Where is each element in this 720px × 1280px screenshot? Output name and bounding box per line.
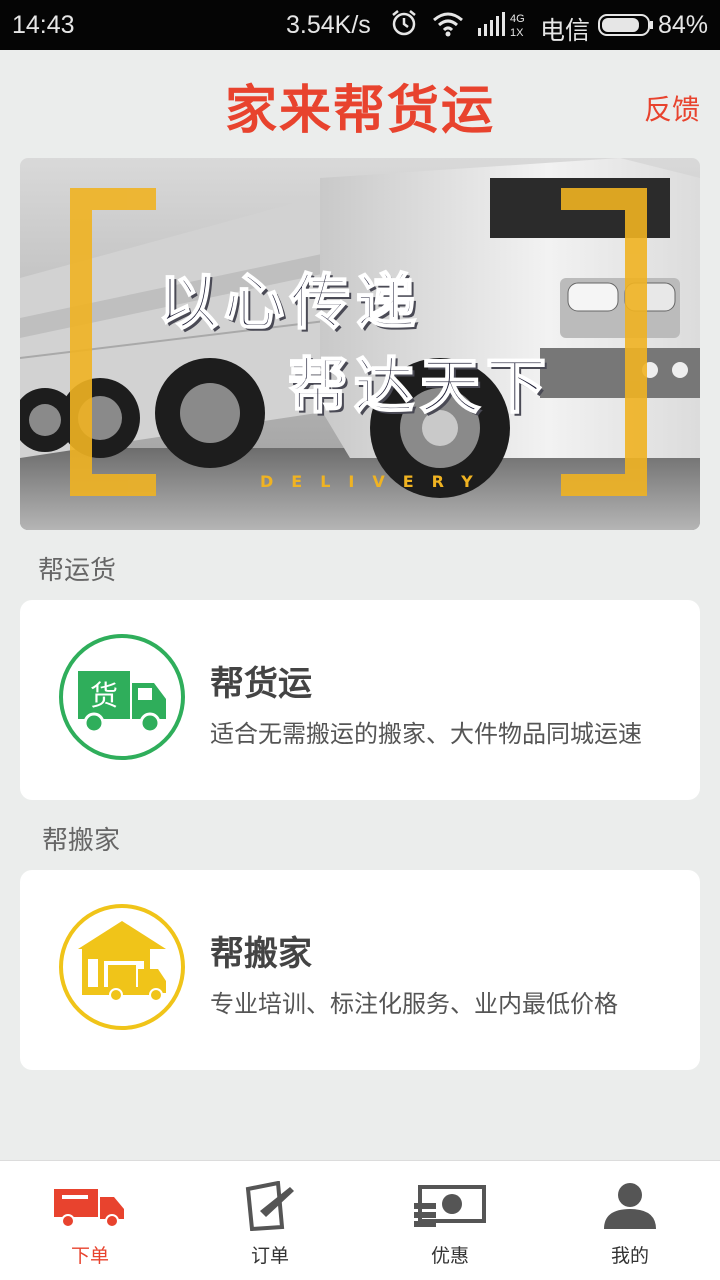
freight-icon-badge: 货	[90, 679, 118, 712]
nav-tab-discounts[interactable]: 优惠	[360, 1161, 540, 1280]
order-edit-icon	[245, 1181, 294, 1231]
banner-headline-1: 以心传递	[157, 267, 422, 339]
freight-card-description: 适合无需搬运的搬家、大件物品同城运速	[210, 720, 642, 748]
money-icon	[414, 1185, 486, 1227]
signal-icon: 4G 1X	[478, 12, 525, 39]
section-title-moving: 帮搬家	[42, 826, 121, 856]
banner-headline-2: 帮达天下	[287, 351, 552, 423]
moving-card-description: 专业培训、标注化服务、业内最低价格	[210, 990, 618, 1018]
section-title-freight: 帮运货	[38, 556, 117, 586]
banner-subtitle: DELIVERY	[260, 472, 491, 491]
app-header: 家来帮货运 反馈	[0, 50, 720, 158]
feedback-button[interactable]: 反馈	[644, 88, 700, 128]
moving-card-title: 帮搬家	[210, 934, 312, 974]
nav-tab-profile[interactable]: 我的	[540, 1161, 720, 1280]
user-icon	[604, 1183, 656, 1229]
freight-card-title: 帮货运	[210, 664, 312, 704]
status-battery-percent: 84%	[658, 11, 709, 39]
status-carrier: 电信	[540, 17, 591, 45]
wifi-icon	[433, 12, 463, 37]
alarm-icon	[392, 10, 416, 36]
freight-truck-icon: 货	[59, 634, 185, 760]
bottom-nav: 下单 订单 优惠 我的	[0, 1160, 720, 1280]
app-title: 家来帮货运	[224, 81, 495, 141]
nav-tab-order-place[interactable]: 下单	[0, 1161, 180, 1280]
nav-label-profile: 我的	[610, 1245, 649, 1267]
nav-label-orders: 订单	[250, 1245, 289, 1267]
nav-label-order-place: 下单	[70, 1245, 109, 1267]
network-type-bottom: 1X	[510, 27, 524, 39]
nav-tab-orders[interactable]: 订单	[180, 1161, 360, 1280]
moving-service-card[interactable]: 帮搬家 专业培训、标注化服务、业内最低价格	[20, 870, 700, 1070]
battery-icon	[598, 14, 653, 36]
status-time: 14:43	[12, 11, 75, 39]
network-type-top: 4G	[510, 13, 525, 25]
status-bar: 14:43 3.54K/s 4G 1X 电信 84%	[0, 0, 720, 50]
house-moving-icon	[59, 904, 185, 1030]
truck-icon	[54, 1189, 124, 1228]
promo-banner[interactable]: 以心传递 帮达天下 DELIVERY	[20, 158, 700, 530]
nav-label-discounts: 优惠	[430, 1245, 469, 1267]
status-network-speed: 3.54K/s	[286, 11, 371, 39]
freight-service-card[interactable]: 货 帮货运 适合无需搬运的搬家、大件物品同城运速	[20, 600, 700, 800]
